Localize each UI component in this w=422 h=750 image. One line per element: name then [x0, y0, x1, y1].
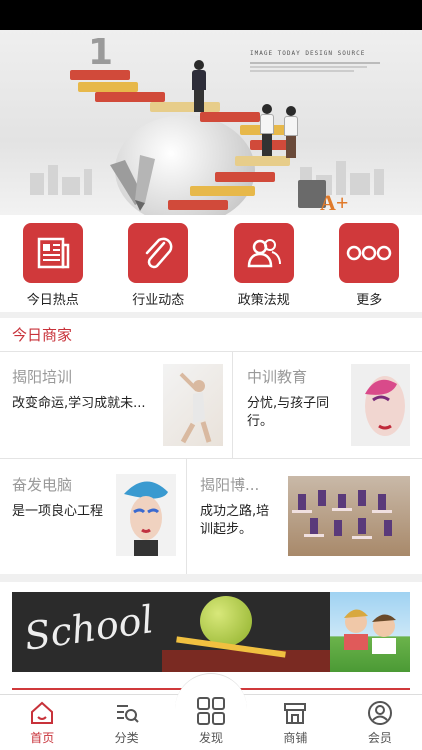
section-header: 今日商家	[0, 318, 422, 352]
shop-icon	[284, 703, 307, 724]
divider	[232, 352, 233, 458]
tab-discover[interactable]: 发现	[169, 673, 253, 750]
tab-label: 会员	[367, 731, 392, 745]
merchant-card[interactable]: 揭阳博... 成功之路,培训起步。	[200, 474, 280, 539]
quick-link-industry-news[interactable]: 行业动态	[106, 215, 212, 312]
bottom-tab-bar: 首页 分类 发现 商铺 会员	[0, 673, 422, 750]
users-icon	[233, 223, 294, 283]
category-search-icon	[116, 705, 139, 723]
merchant-name: 揭阳培训	[12, 368, 73, 386]
quick-link-hot-news[interactable]: 今日热点	[0, 215, 106, 312]
tab-member[interactable]: 会员	[338, 695, 422, 750]
top-banner[interactable]: 1 IMAGE TODAY DESIGN SOURCE A+	[0, 30, 422, 215]
quick-link-label: 行业动态	[132, 293, 185, 308]
quick-link-label: 更多	[356, 293, 383, 308]
tab-label: 首页	[30, 731, 55, 745]
divider	[0, 458, 422, 459]
today-merchants-section: 今日商家 揭阳培训 改变命运,学习成就未... 中训教育 分忧,与孩子同行。 奋…	[0, 318, 422, 574]
home-icon	[31, 701, 54, 724]
books-graphic	[162, 650, 330, 672]
person-figure	[192, 60, 206, 112]
banner-tagline: IMAGE TODAY DESIGN SOURCE	[250, 50, 366, 57]
merchant-desc: 改变命运,学习成就未...	[12, 396, 146, 411]
banner-tagline-decoration	[250, 60, 380, 74]
status-bar	[0, 0, 422, 30]
tab-label: 分类	[114, 731, 139, 745]
apple-graphic	[200, 596, 252, 646]
school-ad-image: School	[12, 592, 330, 672]
person-figure	[260, 104, 274, 156]
merchant-thumbnail[interactable]	[116, 474, 176, 556]
grade-a-graphic: A+	[320, 190, 349, 215]
tab-category[interactable]: 分类	[84, 695, 168, 750]
person-figure	[284, 106, 298, 158]
newspaper-icon	[22, 223, 83, 283]
divider	[186, 459, 187, 574]
paperclip-icon	[128, 223, 189, 283]
quick-links: 今日热点 行业动态 政策法规 更多	[0, 215, 422, 312]
merchant-name: 揭阳博...	[200, 476, 260, 494]
merchant-name: 中训教育	[247, 368, 308, 386]
tab-label: 发现	[199, 731, 224, 745]
merchant-desc: 成功之路,培训起步。	[200, 504, 270, 537]
grid-icon	[197, 697, 226, 725]
merchant-card[interactable]: 奋发电脑 是一项良心工程	[12, 474, 112, 521]
quick-link-more[interactable]: 更多	[317, 215, 422, 312]
merchant-thumbnail[interactable]	[163, 364, 223, 446]
tab-shop[interactable]: 商铺	[253, 695, 337, 750]
school-chalk-text: School	[21, 597, 157, 659]
merchant-card[interactable]: 揭阳培训 改变命运,学习成就未...	[12, 366, 162, 413]
merchant-name: 奋发电脑	[12, 476, 73, 494]
section-title: 今日商家	[12, 326, 73, 344]
pencil-graphic	[110, 155, 155, 211]
tab-label: 商铺	[283, 731, 308, 745]
more-dots-icon	[339, 223, 400, 283]
merchant-thumbnail[interactable]	[351, 364, 410, 446]
merchant-thumbnail[interactable]	[288, 476, 410, 556]
merchant-desc: 是一项良心工程	[12, 504, 104, 519]
quick-link-label: 政策法规	[237, 293, 290, 308]
user-icon	[367, 701, 392, 725]
merchant-desc: 分忧,与孩子同行。	[247, 396, 330, 429]
merchant-card[interactable]: 中训教育 分忧,与孩子同行。	[247, 366, 347, 431]
quick-link-label: 今日热点	[26, 293, 79, 308]
banner-number: 1	[88, 32, 114, 73]
tab-home[interactable]: 首页	[0, 695, 84, 750]
quick-link-policy[interactable]: 政策法规	[211, 215, 317, 312]
kids-ad-image	[330, 592, 410, 672]
